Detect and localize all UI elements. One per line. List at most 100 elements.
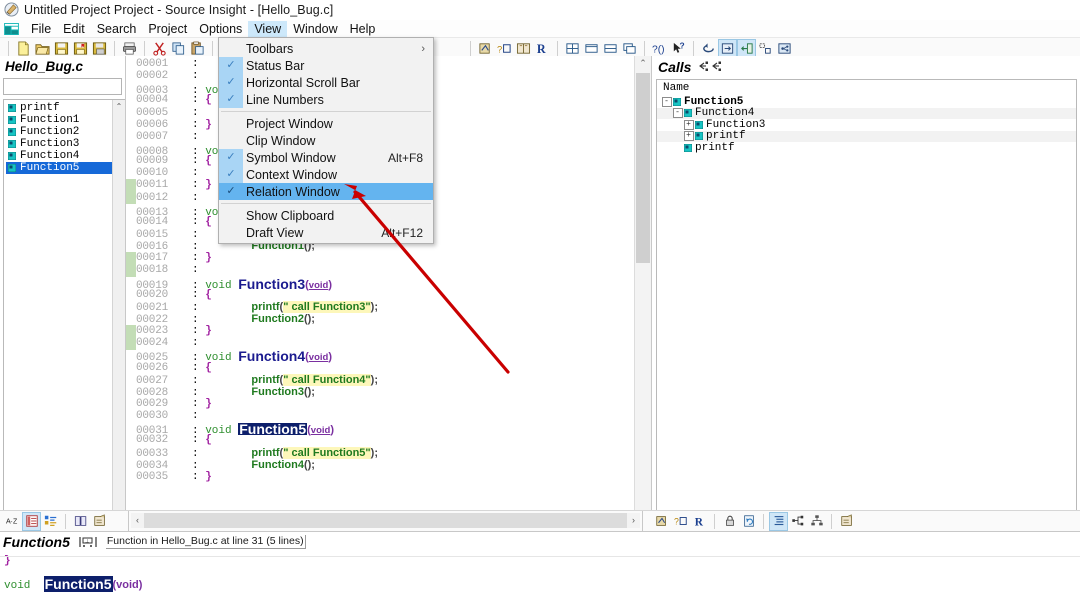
menu-item-horizontal-scroll-bar[interactable]: ✓ Horizontal Scroll Bar — [219, 74, 433, 91]
menu-help[interactable]: Help — [344, 21, 382, 37]
relation-window-icon[interactable] — [775, 39, 794, 58]
tree-expander[interactable]: - — [672, 108, 683, 119]
calls-tree-row[interactable]: printf — [657, 142, 1076, 154]
copy-icon[interactable] — [169, 39, 188, 58]
context-help-icon[interactable]: ?() — [650, 39, 669, 58]
save-all-icon[interactable] — [71, 39, 90, 58]
paste-icon[interactable] — [188, 39, 207, 58]
call-tree-icon[interactable] — [788, 512, 807, 531]
new-file-icon[interactable] — [14, 39, 33, 58]
symbol-list-icon[interactable] — [22, 511, 41, 531]
jump-to-caller-icon[interactable] — [737, 38, 756, 58]
editor-vertical-scrollbar[interactable]: ⌃ ⌄ — [634, 56, 651, 529]
calls-tree-row[interactable]: + printf — [657, 130, 1076, 142]
symbol-list-scrollbar[interactable]: ⌃ — [112, 100, 125, 528]
menu-item-draft-view[interactable]: Draft View Alt+F12 — [219, 224, 433, 241]
menu-view[interactable]: View — [248, 20, 288, 37]
code-line: 00018: — [136, 264, 199, 277]
open-file-icon[interactable] — [33, 39, 52, 58]
menu-options[interactable]: Options — [193, 21, 248, 37]
browse-project-icon[interactable] — [514, 39, 533, 58]
calls-tree-row[interactable]: - Function4 — [657, 107, 1076, 120]
tree-expander[interactable]: + — [683, 131, 694, 142]
tree-expander[interactable]: - — [661, 96, 672, 107]
symbol-lookup-icon[interactable] — [476, 39, 495, 58]
symbol-item-function2[interactable]: Function2 — [6, 126, 125, 138]
toolbar-separator — [644, 40, 645, 56]
book-icon[interactable] — [71, 512, 90, 531]
symbol-lookup-icon[interactable] — [652, 512, 671, 531]
calls-tree-label: Function4 — [695, 107, 755, 120]
menu-edit[interactable]: Edit — [57, 21, 91, 37]
whats-this-icon[interactable]: ? — [669, 39, 688, 58]
class-tree-icon[interactable] — [807, 512, 826, 531]
menu-item-symbol-window[interactable]: ✓ Symbol Window Alt+F8 — [219, 149, 433, 166]
editor-horizontal-scrollbar[interactable]: ‹ › — [129, 511, 643, 531]
smart-rename-icon[interactable]: ? — [671, 512, 690, 531]
calls-tree[interactable]: Name - Function5 - Function4 + Function3 — [656, 79, 1077, 529]
lock-icon[interactable] — [720, 512, 739, 531]
code-line: 00027: printf(" call Function4"); — [136, 373, 378, 387]
calls-title: Calls — [658, 59, 692, 75]
jump-to-definition-icon[interactable] — [718, 38, 737, 58]
calls-tree-row[interactable]: + Function3 — [657, 119, 1076, 131]
code-line: 00031: void Function5(void) — [136, 421, 334, 438]
menu-item-line-numbers[interactable]: ✓ Line Numbers — [219, 91, 433, 108]
symbol-item-function1[interactable]: Function1 — [6, 114, 125, 126]
outline-view-icon[interactable] — [769, 511, 788, 531]
function-icon — [8, 128, 16, 136]
check-icon: ✓ — [219, 74, 243, 91]
selected-symbol: Function5 — [238, 421, 308, 438]
properties-icon[interactable] — [837, 512, 856, 531]
menu-item-relation-window[interactable]: ✓ Relation Window — [219, 183, 433, 200]
menu-file[interactable]: File — [25, 21, 57, 37]
menu-item-status-bar[interactable]: ✓ Status Bar — [219, 57, 433, 74]
sort-alpha-icon[interactable]: A-Z — [3, 512, 22, 531]
menu-window[interactable]: Window — [287, 21, 343, 37]
symbol-window-title: Hello_Bug.c — [5, 59, 84, 74]
sort-type-icon[interactable] — [41, 512, 60, 531]
expand-icon[interactable] — [756, 39, 775, 58]
symbol-item-printf[interactable]: printf — [6, 102, 125, 114]
menu-item-clip-window[interactable]: Clip Window — [219, 132, 433, 149]
symbol-item-function3[interactable]: Function3 — [6, 138, 125, 150]
hscroll-left-icon[interactable]: ‹ — [131, 513, 144, 528]
hscroll-track[interactable]: ‹ › — [131, 513, 640, 528]
menu-search[interactable]: Search — [91, 21, 143, 37]
smart-rename-icon[interactable]: ? — [495, 39, 514, 58]
menu-item-toolbars[interactable]: Toolbars › — [219, 40, 433, 57]
symbol-search-input[interactable] — [3, 78, 122, 95]
app-icon — [4, 2, 19, 17]
symbol-item-function5[interactable]: Function5 — [6, 162, 125, 174]
menu-project[interactable]: Project — [142, 21, 193, 37]
window-cascade-icon[interactable] — [620, 39, 639, 58]
print-icon[interactable] — [120, 39, 139, 58]
hscroll-right-icon[interactable]: › — [627, 513, 640, 528]
save-as-icon[interactable] — [90, 39, 109, 58]
symbol-list[interactable]: printf Function1 Function2 Function3 Fun… — [3, 99, 125, 529]
menu-item-project-window[interactable]: Project Window — [219, 115, 433, 132]
window-single-icon[interactable] — [582, 39, 601, 58]
window-split-icon[interactable] — [601, 39, 620, 58]
code-line: 00034: Function4 (); — [136, 458, 315, 472]
scroll-up-icon[interactable]: ⌃ — [635, 56, 651, 71]
symbol-item-function4[interactable]: Function4 — [6, 150, 125, 162]
tree-expander[interactable]: + — [683, 119, 694, 130]
symbol-label: printf — [20, 102, 60, 114]
cut-icon[interactable] — [150, 39, 169, 58]
view-dropdown-menu[interactable]: Toolbars › ✓ Status Bar ✓ Horizontal Scr… — [218, 37, 434, 244]
reference-icon[interactable]: R — [690, 512, 709, 531]
menu-item-show-clipboard[interactable]: Show Clipboard — [219, 207, 433, 224]
menu-item-context-window[interactable]: ✓ Context Window — [219, 166, 433, 183]
reference-icon[interactable]: R — [533, 39, 552, 58]
save-icon[interactable] — [52, 39, 71, 58]
code-line: 00029: } — [136, 397, 212, 410]
svg-text:⊥: ⊥ — [85, 539, 89, 545]
properties-icon[interactable] — [90, 512, 109, 531]
scroll-thumb[interactable] — [636, 73, 650, 263]
scroll-up-icon[interactable]: ⌃ — [113, 100, 125, 112]
calls-tree-row[interactable]: - Function5 — [657, 96, 1076, 108]
back-icon[interactable] — [699, 39, 718, 58]
refresh-icon[interactable] — [739, 512, 758, 531]
tile-windows-icon[interactable] — [563, 39, 582, 58]
